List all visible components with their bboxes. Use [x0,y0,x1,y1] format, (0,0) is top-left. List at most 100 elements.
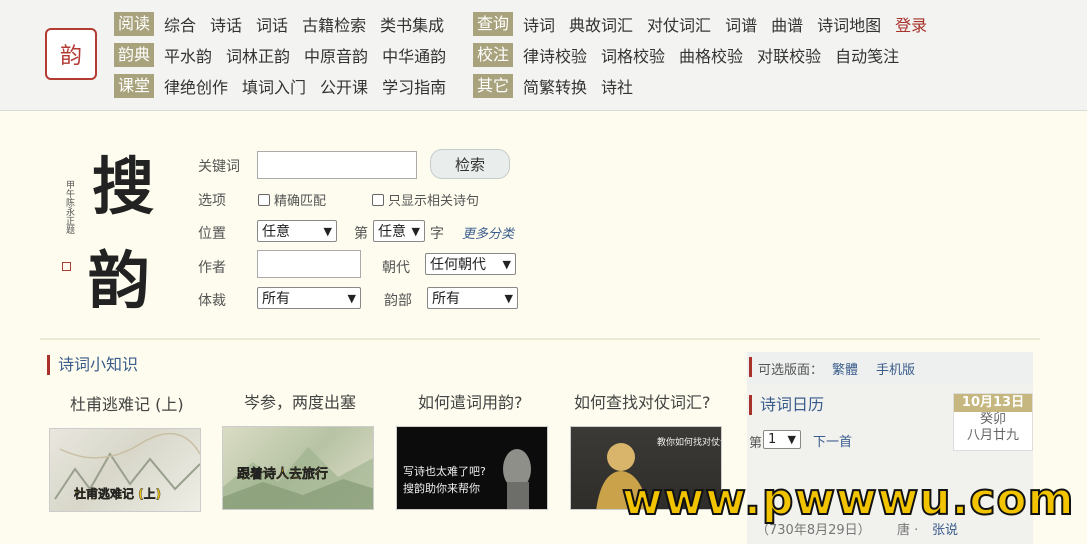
card-title-rhyme-usage[interactable]: 如何遣词用韵? [418,389,523,413]
nav-link-duizhang[interactable]: 对仗词汇 [647,12,711,36]
nav-category-check[interactable]: 校注 [473,43,514,67]
nav-link-duilian-check[interactable]: 对联校验 [757,43,821,67]
nav-link-shihua[interactable]: 诗话 [210,12,242,36]
calendar-date-box: 10月13日 癸卯 八月廿九 [953,393,1033,451]
nav-category-read[interactable]: 阅读 [114,12,155,36]
nav-row-3-right: 其它 简繁转换 诗社 [473,73,647,99]
rhyme-label: 韵部 [384,293,412,309]
section-divider [40,338,1040,340]
nav-link-cige-check[interactable]: 词格校验 [601,43,665,67]
chevron-down-icon: ▼ [411,225,420,238]
keyword-label: 关键词 [198,159,240,175]
position-label: 位置 [198,226,226,242]
nav-link-ancient-books[interactable]: 古籍检索 [302,12,366,36]
chevron-down-icon: ▼ [504,292,513,305]
genre-label: 体裁 [198,293,226,309]
chevron-down-icon: ▼ [347,292,356,305]
rhyme-select-value: 所有 [432,291,460,307]
genre-select[interactable]: 所有 ▼ [257,287,361,309]
nav-link-cipu[interactable]: 词谱 [725,12,757,36]
genre-select-value: 所有 [262,291,290,307]
card-caption-censhen: 跟着诗人去旅行 [237,467,329,482]
nav-link-general[interactable]: 综合 [164,12,196,36]
nav-category-class[interactable]: 课堂 [114,74,155,98]
keyword-input[interactable] [257,151,417,179]
nav-link-zhonghua[interactable]: 中华通韵 [382,43,446,67]
exact-match-option[interactable]: 精确匹配 [258,190,326,209]
site-logo-seal[interactable]: 韵 [45,28,97,80]
nav-link-zhongyuan[interactable]: 中原音韵 [304,43,368,67]
nav-link-poetry-club[interactable]: 诗社 [601,74,633,98]
nav-link-convert[interactable]: 简繁转换 [523,74,587,98]
author-label: 作者 [198,260,226,276]
char-label: 字 [430,226,444,242]
nav-row-1-right: 查询 诗词 典故词汇 对仗词汇 词谱 曲谱 诗词地图 登录 [473,11,941,37]
site-watermark: www.pwwwu.com [621,473,1075,526]
nav-row-3: 课堂 律绝创作 填词入门 公开课 学习指南 [114,73,460,99]
knowledge-section-title: 诗词小知识 [47,355,138,375]
card-image-dufu[interactable]: 杜甫逃难记 (上) [49,428,201,512]
position-select[interactable]: 任意 ▼ [257,220,337,242]
nav-category-other[interactable]: 其它 [473,74,514,98]
nav-row-2-right: 校注 律诗校验 词格校验 曲格校验 对联校验 自动笺注 [473,42,913,68]
nth-select[interactable]: 任意 ▼ [373,220,425,242]
dynasty-select[interactable]: 任何朝代 ▼ [425,253,516,275]
card-title-duizhang[interactable]: 如何查找对仗词汇? [574,389,711,413]
card-caption-dufu: 杜甫逃难记 (上) [74,487,162,501]
exact-match-label: 精确匹配 [274,194,327,209]
nav-link-allusions[interactable]: 典故词汇 [569,12,633,36]
nav-link-tianci[interactable]: 填词入门 [242,74,306,98]
card-caption-rhyme-usage: 写诗也太难了吧? 搜韵助你来帮你 [403,465,486,495]
only-related-option[interactable]: 只显示相关诗句 [372,190,479,209]
mobile-version-link[interactable]: 手机版 [876,359,915,378]
dynasty-label: 朝代 [382,260,410,276]
card-image-rhyme-usage[interactable]: 写诗也太难了吧? 搜韵助你来帮你 [396,426,548,510]
logo-char-yun: 韵 [88,244,151,317]
card-image-censhen[interactable]: 跟着诗人去旅行 [222,426,374,510]
nth-label: 第 [354,226,368,242]
nav-category-rhyme[interactable]: 韵典 [114,43,155,67]
nth-select-value: 任意 [378,224,406,240]
nav-row-2: 韵典 平水韵 词林正韵 中原音韵 中华通韵 [114,42,460,68]
traditional-version-link[interactable]: 繁體 [832,359,858,378]
nav-link-auto-annotate[interactable]: 自动笺注 [835,43,899,67]
nav-link-lvshi-check[interactable]: 律诗校验 [523,43,587,67]
only-related-label: 只显示相关诗句 [388,194,480,209]
nav-link-cihua[interactable]: 词话 [256,12,288,36]
position-select-value: 任意 [262,224,290,240]
nav-link-lvjue[interactable]: 律绝创作 [164,74,228,98]
next-poem-link[interactable]: 下一首 [813,431,852,450]
nav-link-quge-check[interactable]: 曲格校验 [679,43,743,67]
nav-link-leishu[interactable]: 类书集成 [380,12,444,36]
rhyme-select[interactable]: 所有 ▼ [427,287,518,309]
nav-category-query[interactable]: 查询 [473,12,514,36]
nav-link-qupu[interactable]: 曲谱 [771,12,803,36]
page-label: 第 [749,436,763,451]
author-input[interactable] [257,250,361,278]
sidebar-accent-bar [749,357,752,377]
poem-calendar-title: 诗词日历 [749,395,824,415]
chevron-down-icon: ▼ [502,258,511,271]
nav-link-cilin[interactable]: 词林正韵 [226,43,290,67]
search-button[interactable]: 检索 [430,149,510,179]
card-caption-duizhang: 教你如何找对仗词汇 [657,438,721,448]
nav-link-open-class[interactable]: 公开课 [320,74,368,98]
only-related-checkbox[interactable] [372,193,384,206]
nav-row-1: 阅读 综合 诗话 词话 古籍检索 类书集成 [114,11,458,37]
exact-match-checkbox[interactable] [258,193,270,206]
more-categories-link[interactable]: 更多分类 [462,223,514,242]
nav-link-poem-map[interactable]: 诗词地图 [817,12,881,36]
nav-link-study-guide[interactable]: 学习指南 [382,74,446,98]
login-link[interactable]: 登录 [895,12,927,36]
nav-link-pingshui[interactable]: 平水韵 [164,43,212,67]
card-title-dufu[interactable]: 杜甫逃难记 (上) [70,391,184,415]
options-label: 选项 [198,193,226,209]
calligraphy-inscription: 甲午陈永正题 [64,180,74,234]
nav-link-poems[interactable]: 诗词 [523,12,555,36]
logo-char-sou: 搜 [92,150,155,223]
poem-page-select[interactable]: 1 ▼ [763,430,801,449]
calendar-ganzhi: 癸卯 [979,412,1006,427]
dynasty-select-value: 任何朝代 [430,257,486,273]
chevron-down-icon: ▼ [323,225,332,238]
card-title-censhen[interactable]: 岑参，两度出塞 [244,389,356,413]
